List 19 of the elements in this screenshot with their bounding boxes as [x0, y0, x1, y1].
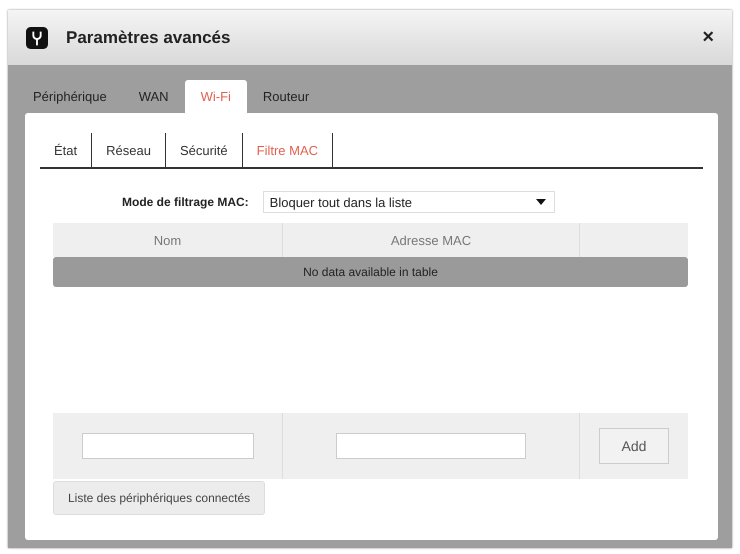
caret-icon: [536, 199, 546, 205]
window-title: Paramètres avancés: [66, 28, 232, 48]
tab[interactable]: Routeur: [246, 80, 326, 113]
subtab[interactable]: Sécurité: [166, 133, 243, 167]
filter-mode-label: Mode de filtrage MAC:: [122, 195, 249, 209]
mac-address-input-field[interactable]: [336, 433, 526, 459]
subtab[interactable]: État: [40, 133, 92, 167]
subtab[interactable]: Réseau: [92, 133, 166, 167]
name-input-field[interactable]: [82, 433, 254, 459]
filter-mode-dropdown[interactable]: Bloquer tout dans la liste: [262, 191, 555, 213]
subtab[interactable]: Filtre MAC: [242, 133, 334, 167]
add-button[interactable]: Add: [599, 428, 669, 464]
tab[interactable]: WAN: [122, 80, 185, 113]
close-button[interactable]: ×: [698, 26, 718, 49]
wrench-icon: [26, 26, 48, 48]
tab[interactable]: Périphérique: [33, 80, 123, 113]
tab[interactable]: Wi-Fi: [184, 80, 247, 113]
connected-devices-button[interactable]: Liste des périphériques connectés: [53, 481, 266, 515]
empty-table-message: No data available in table: [53, 257, 688, 287]
